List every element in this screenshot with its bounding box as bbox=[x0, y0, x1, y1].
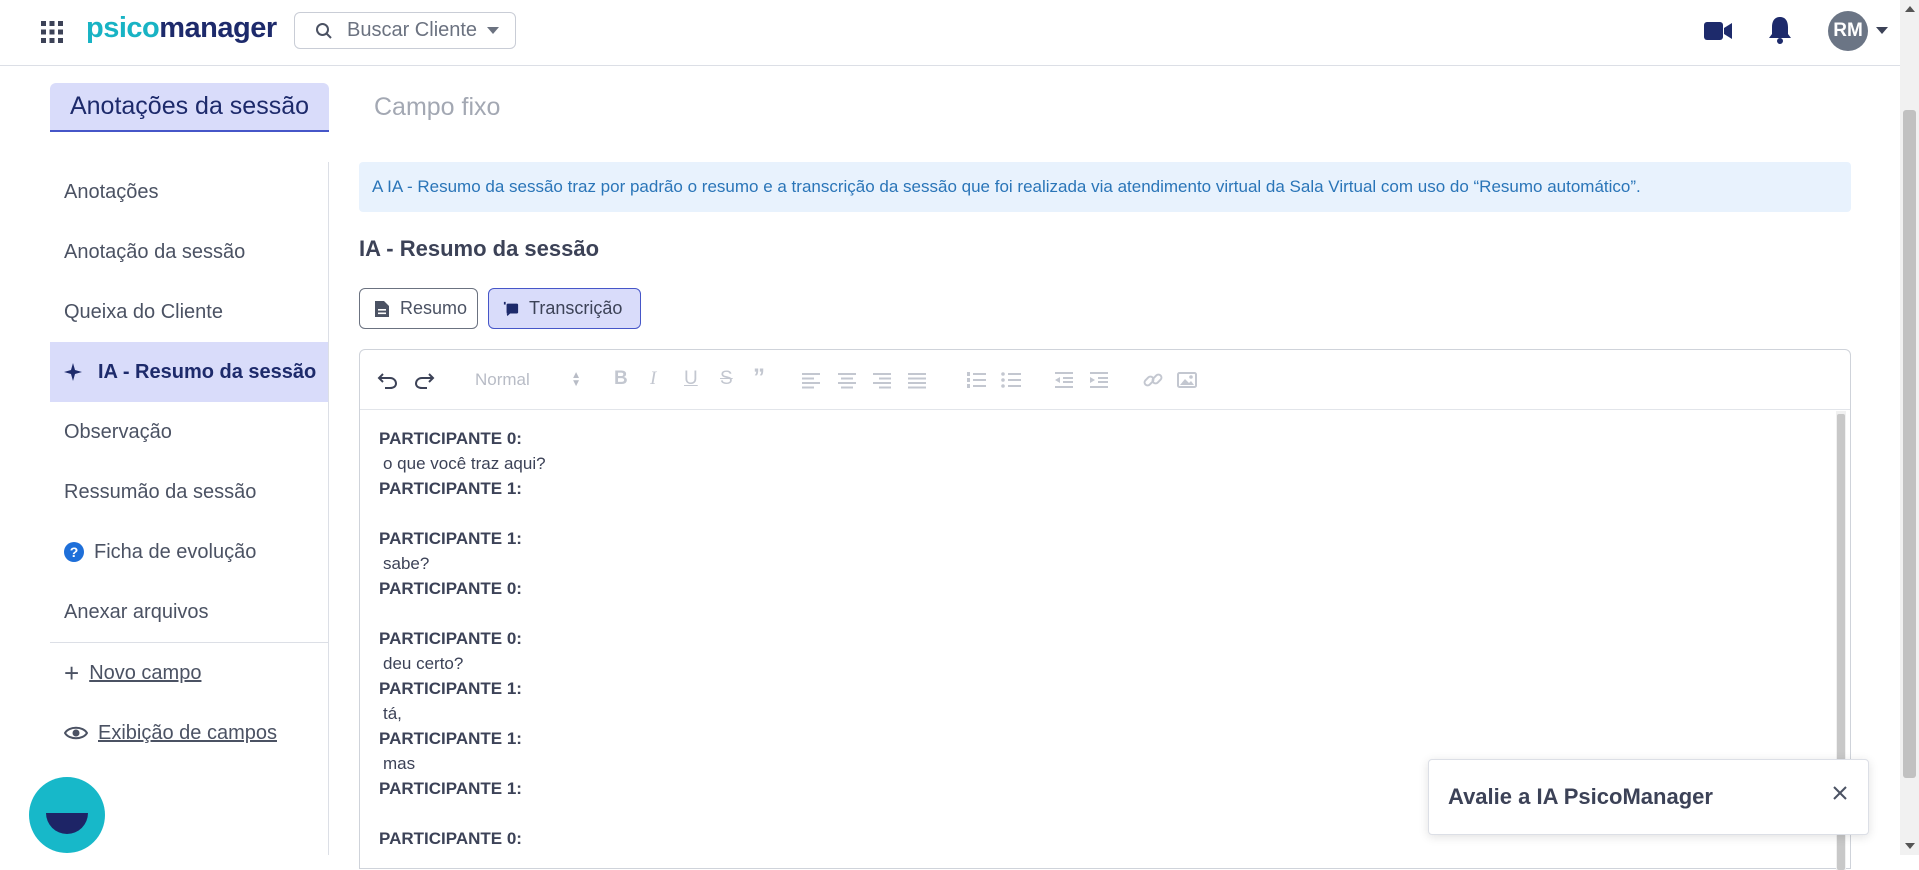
transcript-icon bbox=[503, 301, 519, 316]
sidebar-item-label: Queixa do Cliente bbox=[64, 300, 223, 323]
select-arrows-icon: ▲ ▼ bbox=[571, 370, 581, 389]
top-bar: psicomanager Buscar Cliente RM bbox=[0, 0, 1900, 66]
page-scrollbar-thumb[interactable] bbox=[1903, 110, 1916, 778]
sidebar: Anotações Anotação da sessão Queixa do C… bbox=[50, 162, 328, 763]
scroll-down-arrow-icon[interactable] bbox=[1905, 843, 1915, 849]
link-icon[interactable] bbox=[1142, 369, 1164, 391]
chat-widget-button[interactable] bbox=[29, 777, 105, 853]
new-field-label: Novo campo bbox=[89, 661, 202, 684]
search-placeholder: Buscar Cliente bbox=[347, 19, 478, 41]
sidebar-item-ficha-evolucao[interactable]: ? Ficha de evolução bbox=[50, 522, 328, 582]
transcript-text: sabe? bbox=[383, 554, 430, 573]
transcript-text: tá, bbox=[383, 704, 402, 723]
page-title: IA - Resumo da sessão bbox=[359, 236, 600, 261]
align-center-icon[interactable] bbox=[836, 369, 858, 391]
field-display-link[interactable]: Exibição de campos bbox=[50, 703, 328, 763]
align-justify-icon[interactable] bbox=[906, 369, 928, 391]
sidebar-item-label: Observação bbox=[64, 420, 172, 443]
editor-toolbar: Normal ▲ ▼ B I U S ” bbox=[360, 350, 1850, 410]
outdent-icon[interactable] bbox=[1053, 369, 1075, 391]
text-format-select[interactable]: Normal ▲ ▼ bbox=[475, 367, 583, 393]
align-left-icon[interactable] bbox=[800, 369, 822, 391]
transcription-button[interactable]: Transcrição bbox=[488, 288, 641, 329]
transcription-button-label: Transcrição bbox=[529, 298, 623, 318]
chevron-down-icon bbox=[487, 27, 500, 34]
document-icon bbox=[375, 300, 389, 317]
apps-grid-icon[interactable] bbox=[40, 20, 64, 44]
summary-button-label: Resumo bbox=[400, 298, 468, 318]
field-display-label: Exibição de campos bbox=[98, 721, 277, 744]
scroll-up-arrow-icon[interactable] bbox=[1905, 6, 1915, 12]
info-banner: A IA - Resumo da sessão traz por padrão … bbox=[359, 162, 1851, 212]
sidebar-item-label: Anexar arquivos bbox=[64, 600, 209, 623]
align-right-icon[interactable] bbox=[871, 369, 893, 391]
strikethrough-icon[interactable]: S bbox=[720, 368, 733, 390]
logo-part-1: psico bbox=[86, 12, 160, 44]
bold-icon[interactable]: B bbox=[614, 368, 628, 390]
summary-button[interactable]: Resumo bbox=[359, 288, 478, 329]
indent-icon[interactable] bbox=[1088, 369, 1110, 391]
speaker-label: PARTICIPANTE 0: bbox=[379, 429, 522, 448]
speaker-label: PARTICIPANTE 1: bbox=[379, 729, 522, 748]
sidebar-item-ia-resumo[interactable]: IA - Resumo da sessão bbox=[50, 342, 328, 402]
help-icon[interactable]: ? bbox=[64, 542, 84, 562]
sidebar-item-anotacao-sessao[interactable]: Anotação da sessão bbox=[50, 222, 328, 282]
transcript-text bbox=[379, 851, 1814, 870]
toast-title: Avalie a IA PsicoManager bbox=[1448, 784, 1713, 809]
speaker-label: PARTICIPANTE 0: bbox=[379, 579, 522, 598]
ordered-list-icon[interactable] bbox=[965, 369, 987, 391]
sidebar-item-queixa-cliente[interactable]: Queixa do Cliente bbox=[50, 282, 328, 342]
logo-part-2: manager bbox=[159, 12, 277, 44]
close-icon[interactable] bbox=[1831, 784, 1849, 802]
bell-icon[interactable] bbox=[1767, 15, 1793, 45]
text-format-value: Normal bbox=[475, 370, 530, 389]
transcript-text bbox=[379, 501, 1814, 526]
italic-icon[interactable]: I bbox=[650, 368, 656, 390]
avatar-chevron-down-icon[interactable] bbox=[1876, 27, 1888, 34]
client-search[interactable]: Buscar Cliente bbox=[294, 12, 516, 49]
redo-icon[interactable] bbox=[413, 369, 435, 391]
speaker-label: PARTICIPANTE 1: bbox=[379, 679, 522, 698]
sidebar-item-label: Ficha de evolução bbox=[94, 540, 257, 563]
sidebar-item-observacao[interactable]: Observação bbox=[50, 402, 328, 462]
transcript-text: o que você traz aqui? bbox=[383, 454, 546, 473]
sidebar-item-anexar-arquivos[interactable]: Anexar arquivos bbox=[50, 582, 328, 642]
speaker-label: PARTICIPANTE 1: bbox=[379, 529, 522, 548]
bullet-list-icon[interactable] bbox=[1000, 369, 1022, 391]
image-icon[interactable] bbox=[1176, 369, 1198, 391]
new-field-link[interactable]: + Novo campo bbox=[50, 643, 328, 703]
transcript-text bbox=[379, 601, 1814, 626]
sidebar-item-label: Ressumão da sessão bbox=[64, 480, 257, 503]
sidebar-item-anotacoes[interactable]: Anotações bbox=[50, 162, 328, 222]
sidebar-item-label: Anotação da sessão bbox=[64, 240, 246, 263]
underline-icon[interactable]: U bbox=[684, 368, 698, 390]
blockquote-icon[interactable]: ” bbox=[753, 364, 765, 392]
video-camera-icon[interactable] bbox=[1703, 17, 1733, 45]
speaker-label: PARTICIPANTE 1: bbox=[379, 479, 522, 498]
avatar[interactable]: RM bbox=[1828, 11, 1868, 51]
sidebar-item-label: IA - Resumo da sessão bbox=[98, 360, 317, 383]
transcript-text: deu certo? bbox=[383, 654, 464, 673]
tab-session-notes[interactable]: Anotações da sessão bbox=[50, 83, 329, 132]
sparkle-icon bbox=[64, 363, 82, 381]
undo-icon[interactable] bbox=[377, 369, 399, 391]
sidebar-item-label: Anotações bbox=[64, 180, 159, 203]
speaker-label: PARTICIPANTE 0: bbox=[379, 629, 522, 648]
smile-icon bbox=[46, 813, 88, 834]
search-icon bbox=[316, 22, 332, 39]
logo[interactable]: psicomanager bbox=[86, 12, 277, 45]
rate-ai-toast: Avalie a IA PsicoManager bbox=[1428, 759, 1869, 835]
sidebar-item-ressumao[interactable]: Ressumão da sessão bbox=[50, 462, 328, 522]
eye-icon bbox=[64, 726, 88, 740]
page-scrollbar[interactable] bbox=[1900, 0, 1919, 855]
plus-icon: + bbox=[64, 658, 80, 688]
tab-fixed-field[interactable]: Campo fixo bbox=[374, 83, 500, 132]
sidebar-divider bbox=[328, 162, 329, 855]
